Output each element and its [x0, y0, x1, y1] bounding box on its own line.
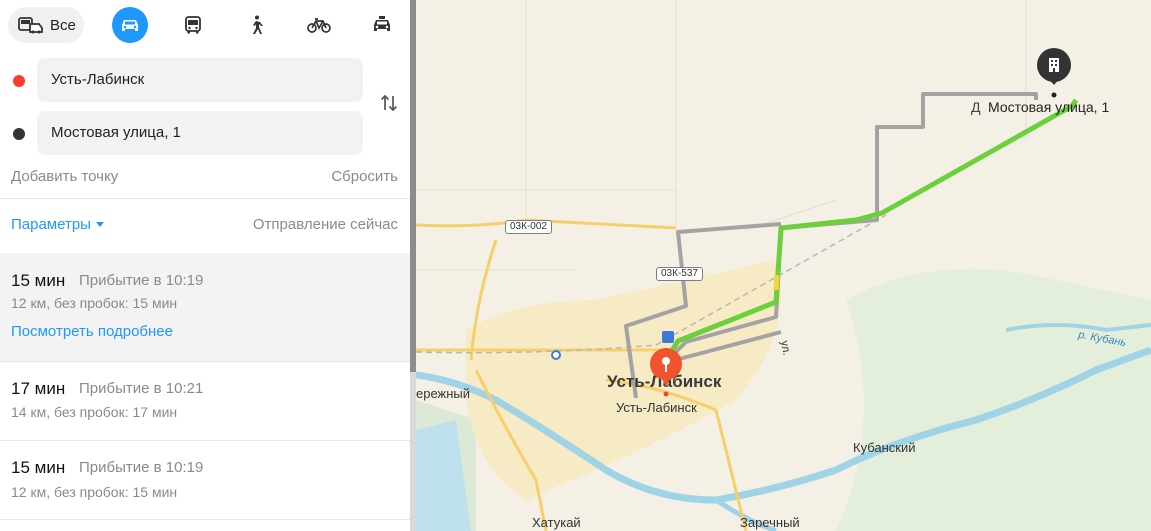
walk-mode-button[interactable]	[238, 7, 274, 43]
to-input[interactable]: Мостовая улица, 1	[37, 111, 363, 155]
parameters-dropdown[interactable]: Параметры	[11, 216, 104, 233]
start-point-label: Усть-Лабинск	[616, 400, 697, 415]
route-duration: 17 мин	[11, 379, 66, 398]
route-distance-info: 12 км, без пробок: 15 мин	[11, 484, 178, 500]
destination-prefix-label: Д	[971, 99, 981, 115]
from-row: Усть-Лабинск	[0, 58, 410, 102]
settlement-label: ережный	[416, 386, 471, 401]
add-point-link[interactable]: Добавить точку	[11, 168, 118, 185]
swap-arrows-icon	[380, 94, 398, 112]
taxi-icon	[374, 16, 390, 31]
route-duration: 15 мин	[11, 271, 66, 290]
bus-stop-marker	[662, 331, 674, 343]
transit-mode-button[interactable]	[175, 7, 211, 43]
caret-down-icon	[95, 222, 104, 227]
all-modes-label: Все	[50, 16, 76, 34]
road-number-badge: 03К-002	[505, 220, 552, 234]
street-label: ул.	[778, 339, 793, 357]
route-arrival: Прибытие в 10:19	[79, 272, 204, 289]
route-details-link[interactable]: Посмотреть подробнее	[11, 323, 173, 340]
transport-mode-bar: Все	[8, 7, 403, 43]
car-mode-button[interactable]	[112, 7, 148, 43]
route-arrival: Прибытие в 10:21	[79, 380, 204, 397]
swap-points-button[interactable]	[378, 92, 400, 114]
car-icon	[122, 20, 138, 31]
settlement-label: Кубанский	[853, 440, 916, 455]
route-option-2[interactable]: 17 мин Прибытие в 10:21 14 км, без пробо…	[0, 362, 410, 440]
start-point-marker	[13, 75, 25, 87]
route-arrival: Прибытие в 10:19	[79, 459, 204, 476]
start-pin-icon[interactable]	[649, 347, 683, 391]
road-number-badge: 03К-537	[656, 267, 703, 281]
bike-mode-button[interactable]	[301, 7, 337, 43]
destination-point	[1051, 92, 1057, 98]
all-modes-button[interactable]: Все	[8, 7, 84, 43]
taxi-mode-button[interactable]	[364, 7, 400, 43]
start-point	[663, 391, 669, 397]
station-marker	[551, 350, 561, 360]
forest-area	[836, 268, 1151, 531]
car-bus-icon	[18, 17, 43, 34]
route-distance-info: 14 км, без пробок: 17 мин	[11, 404, 178, 420]
route-option-3[interactable]: 15 мин Прибытие в 10:19 12 км, без пробо…	[0, 441, 410, 519]
route-distance-info: 12 км, без пробок: 15 мин	[11, 295, 178, 311]
route-option-1[interactable]: 15 мин Прибытие в 10:19 12 км, без пробо…	[0, 253, 410, 361]
map-view[interactable]: 03К-002 03К-537 Усть-Лабинск Усть-Лабинс…	[416, 0, 1151, 531]
route-traffic-segment	[773, 274, 780, 291]
departure-time-link[interactable]: Отправление сейчас	[253, 216, 398, 233]
end-point-marker	[13, 128, 25, 140]
parameters-label: Параметры	[11, 216, 91, 233]
divider	[0, 519, 410, 520]
destination-label: Мостовая улица, 1	[988, 99, 1110, 115]
route-panel: Все Усть-Лабинск Мостовая улица, 1 Добав…	[0, 0, 410, 531]
to-row: Мостовая улица, 1	[0, 111, 410, 155]
divider	[0, 198, 410, 199]
from-input[interactable]: Усть-Лабинск	[37, 58, 363, 102]
bus-icon	[185, 16, 201, 34]
pedestrian-icon	[253, 15, 263, 34]
route-duration: 15 мин	[11, 458, 66, 477]
building-pin-icon[interactable]	[1036, 47, 1072, 91]
reset-link[interactable]: Сбросить	[331, 168, 398, 185]
settlement-label: Заречный	[740, 515, 800, 530]
settlement-label: Хатукай	[532, 515, 581, 530]
bicycle-icon	[307, 18, 331, 33]
